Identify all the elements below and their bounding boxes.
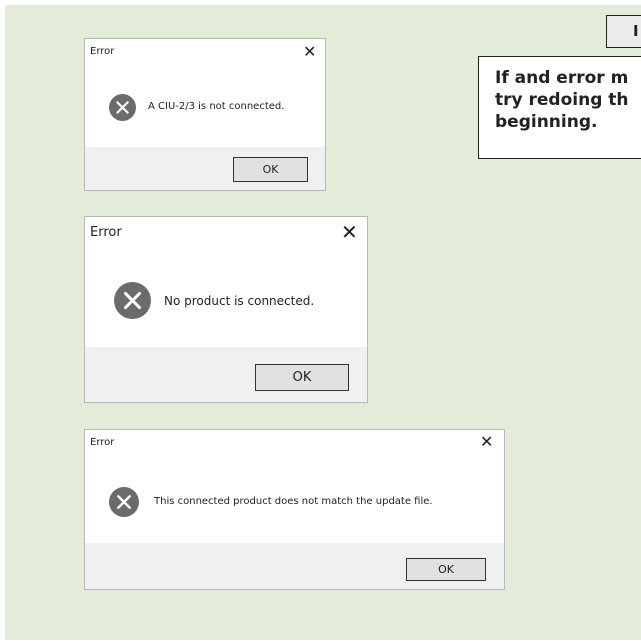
dialog-title: Error (90, 225, 122, 240)
ok-button[interactable]: OK (233, 157, 308, 182)
dialog-message: This connected product does not match th… (154, 496, 433, 507)
error-dialog-no-product: Error ✕ No product is connected. OK (84, 216, 368, 403)
dialog-message: No product is connected. (164, 294, 315, 308)
dialog-message: A CIU-2/3 is not connected. (148, 101, 285, 112)
ok-button[interactable]: OK (255, 364, 349, 391)
note-line: beginning. (495, 112, 598, 132)
error-dialog-ciu-not-connected: Error ✕ A CIU-2/3 is not connected. OK (84, 38, 326, 191)
close-icon[interactable]: ✕ (303, 44, 316, 60)
error-icon (109, 487, 139, 517)
error-dialog-product-mismatch: Error ✕ This connected product does not … (84, 429, 505, 590)
instruction-note: If and error m try redoing th beginning. (478, 56, 641, 159)
close-icon[interactable]: ✕ (341, 222, 358, 242)
section-badge-label: I (633, 22, 639, 40)
dialog-title: Error (90, 46, 115, 57)
note-line: If and error m (495, 68, 629, 88)
note-line: try redoing th (495, 90, 629, 110)
close-icon[interactable]: ✕ (480, 434, 493, 450)
dialog-title: Error (90, 437, 115, 448)
error-icon (109, 94, 136, 121)
error-icon (114, 282, 151, 319)
ok-button[interactable]: OK (406, 558, 486, 581)
section-badge: I (606, 15, 641, 48)
